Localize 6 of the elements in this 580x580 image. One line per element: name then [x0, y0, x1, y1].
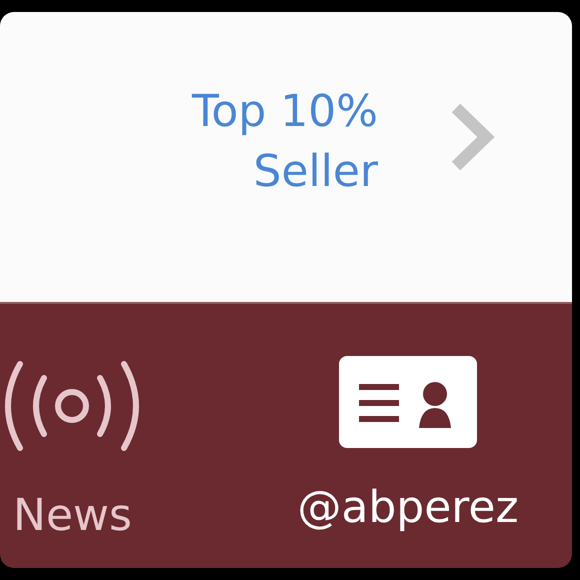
tab[interactable]: @abperez [268, 356, 548, 568]
top-seller-link[interactable]: Top 10% Seller [192, 82, 378, 202]
tab-label: @abperez [297, 482, 519, 533]
id-card-icon [339, 356, 477, 448]
tab[interactable]: News [0, 356, 145, 568]
tab-label: News [13, 490, 132, 541]
